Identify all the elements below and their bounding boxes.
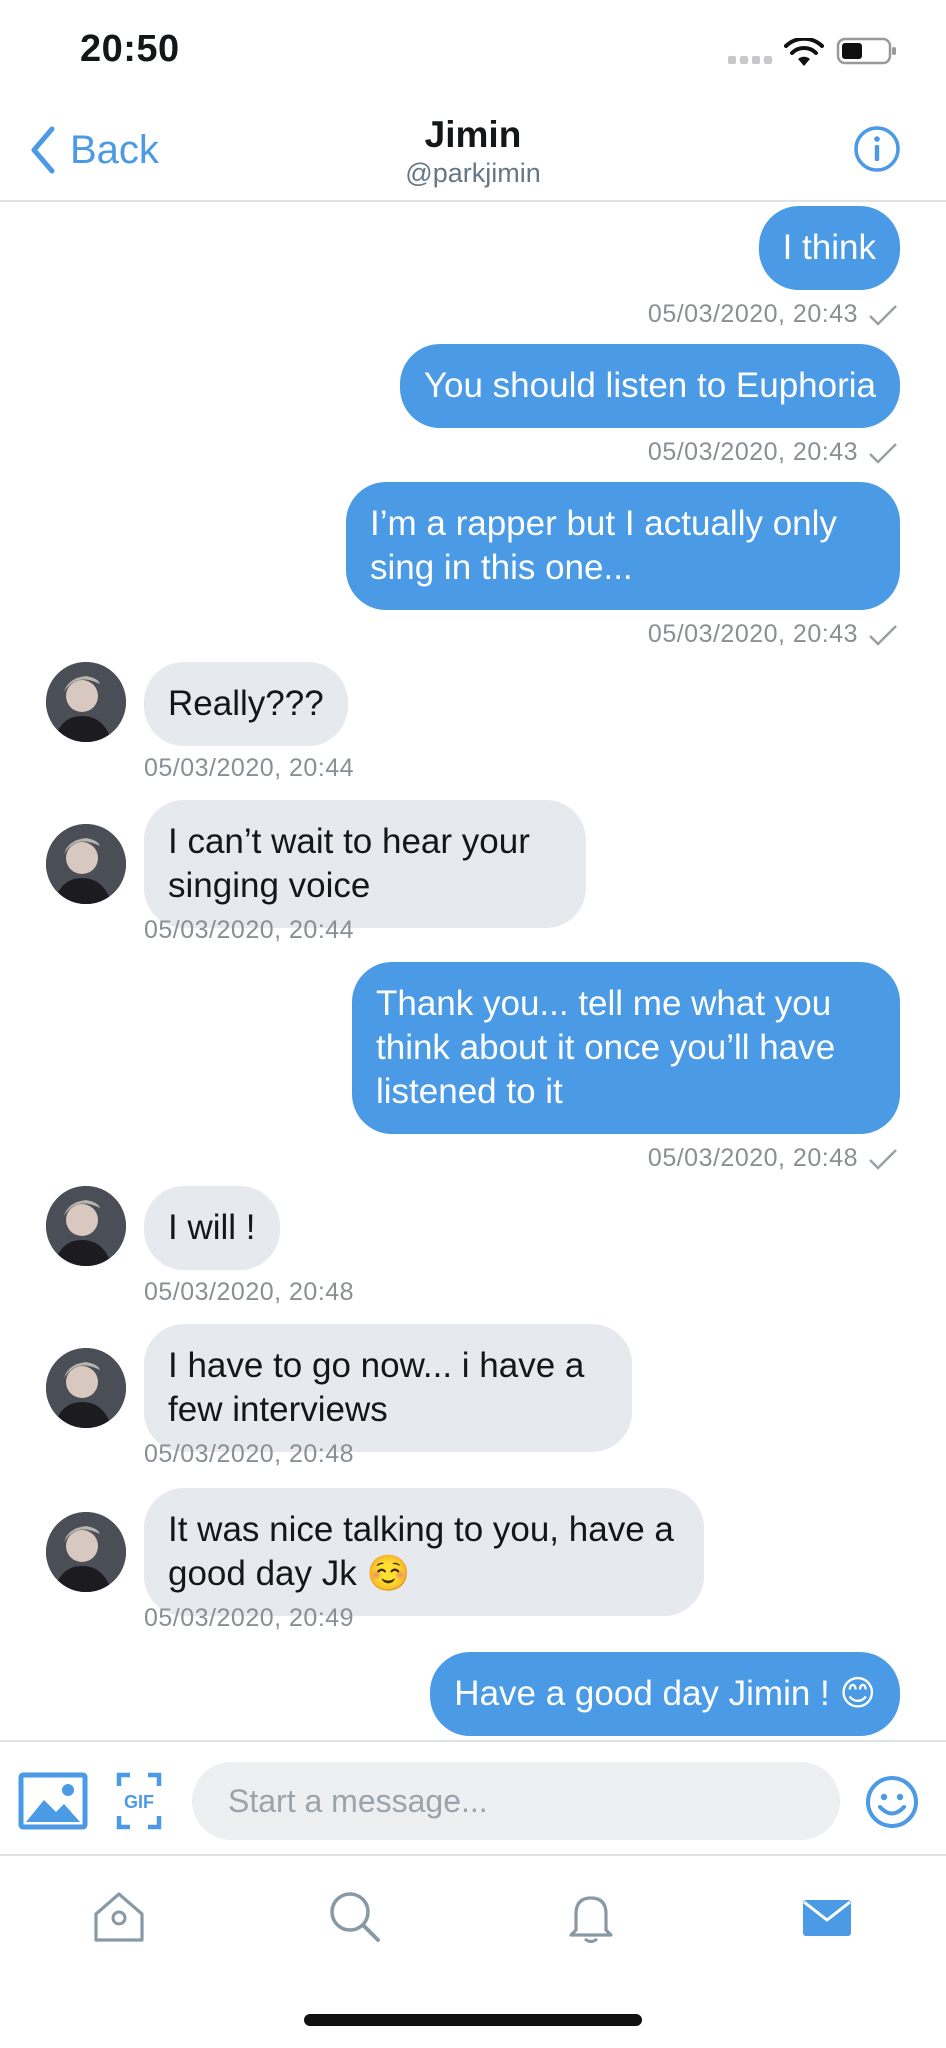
message-bubble-incoming[interactable]: I will ! <box>144 1186 280 1270</box>
status-bar: 20:50 <box>0 0 946 100</box>
tab-bar <box>0 1858 946 1978</box>
avatar[interactable] <box>46 662 126 742</box>
avatar-photo <box>46 662 126 742</box>
svg-text:GIF: GIF <box>124 1792 154 1812</box>
check-icon <box>869 442 897 464</box>
gif-button[interactable]: GIF <box>116 1772 162 1830</box>
message-bubble-outgoing[interactable]: I’m a rapper but I actually only sing in… <box>346 482 900 610</box>
message-timestamp: 05/03/2020, 20:48 <box>144 1278 355 1306</box>
message-composer: GIF <box>0 1740 946 1856</box>
emoji-icon[interactable] <box>864 1774 920 1830</box>
message-bubble-outgoing[interactable]: I think <box>758 206 900 290</box>
check-icon <box>869 304 897 326</box>
message-bubble-incoming[interactable]: I have to go now... i have a few intervi… <box>144 1324 632 1452</box>
page-title: Jimin <box>424 114 522 155</box>
image-icon[interactable] <box>18 1772 88 1830</box>
signal-icon <box>728 56 772 64</box>
avatar-photo <box>46 824 126 904</box>
message-bubble-incoming[interactable]: I can’t wait to hear your singing voice <box>144 800 586 928</box>
message-bubble-outgoing[interactable]: Thank you... tell me what you think abou… <box>352 962 900 1134</box>
avatar-photo <box>46 1512 126 1592</box>
search-icon[interactable] <box>326 1888 384 1946</box>
check-icon <box>869 1148 897 1170</box>
message-timestamp: 05/03/2020, 20:44 <box>144 754 355 782</box>
status-time: 20:50 <box>80 28 180 70</box>
bell-icon[interactable] <box>562 1888 620 1946</box>
message-timestamp: 05/03/2020, 20:48 <box>144 1440 355 1468</box>
avatar[interactable] <box>46 824 126 904</box>
gif-icon: GIF <box>116 1772 162 1830</box>
header-title-group: Jimin @parkjimin <box>0 114 946 189</box>
info-icon[interactable] <box>853 125 901 173</box>
message-bubble-outgoing[interactable]: You should listen to Euphoria <box>399 344 900 428</box>
message-list[interactable]: I think 05/03/2020, 20:43 You should lis… <box>0 204 946 1740</box>
home-indicator <box>304 2014 642 2026</box>
timestamp-text: 05/03/2020, 20:43 <box>647 620 858 648</box>
home-icon[interactable] <box>90 1888 148 1946</box>
message-timestamp: 05/03/2020, 20:48 <box>648 1144 898 1173</box>
avatar[interactable] <box>46 1512 126 1592</box>
battery-icon <box>836 37 896 65</box>
message-bubble-incoming[interactable]: Really??? <box>144 662 348 746</box>
message-timestamp: 05/03/2020, 20:43 <box>648 438 898 467</box>
message-timestamp: 05/03/2020, 20:49 <box>144 1604 355 1632</box>
message-input[interactable] <box>192 1762 840 1840</box>
avatar[interactable] <box>46 1348 126 1428</box>
timestamp-text: 05/03/2020, 20:43 <box>647 438 858 466</box>
message-timestamp: 05/03/2020, 20:43 <box>648 620 898 649</box>
timestamp-text: 05/03/2020, 20:48 <box>647 1144 858 1172</box>
timestamp-text: 05/03/2020, 20:43 <box>647 300 858 328</box>
check-icon <box>869 624 897 646</box>
message-bubble-incoming[interactable]: It was nice talking to you, have a good … <box>144 1488 704 1616</box>
avatar-photo <box>46 1348 126 1428</box>
avatar[interactable] <box>46 1186 126 1266</box>
conversation-header: Back Jimin @parkjimin <box>0 100 946 202</box>
message-timestamp: 05/03/2020, 20:43 <box>648 300 898 329</box>
avatar-photo <box>46 1186 126 1266</box>
message-bubble-outgoing[interactable]: Have a good day Jimin ! 😊 <box>430 1652 900 1736</box>
wifi-icon <box>784 38 824 66</box>
mail-icon[interactable] <box>798 1888 856 1946</box>
user-handle: @parkjimin <box>405 158 541 188</box>
message-timestamp: 05/03/2020, 20:44 <box>144 916 355 944</box>
